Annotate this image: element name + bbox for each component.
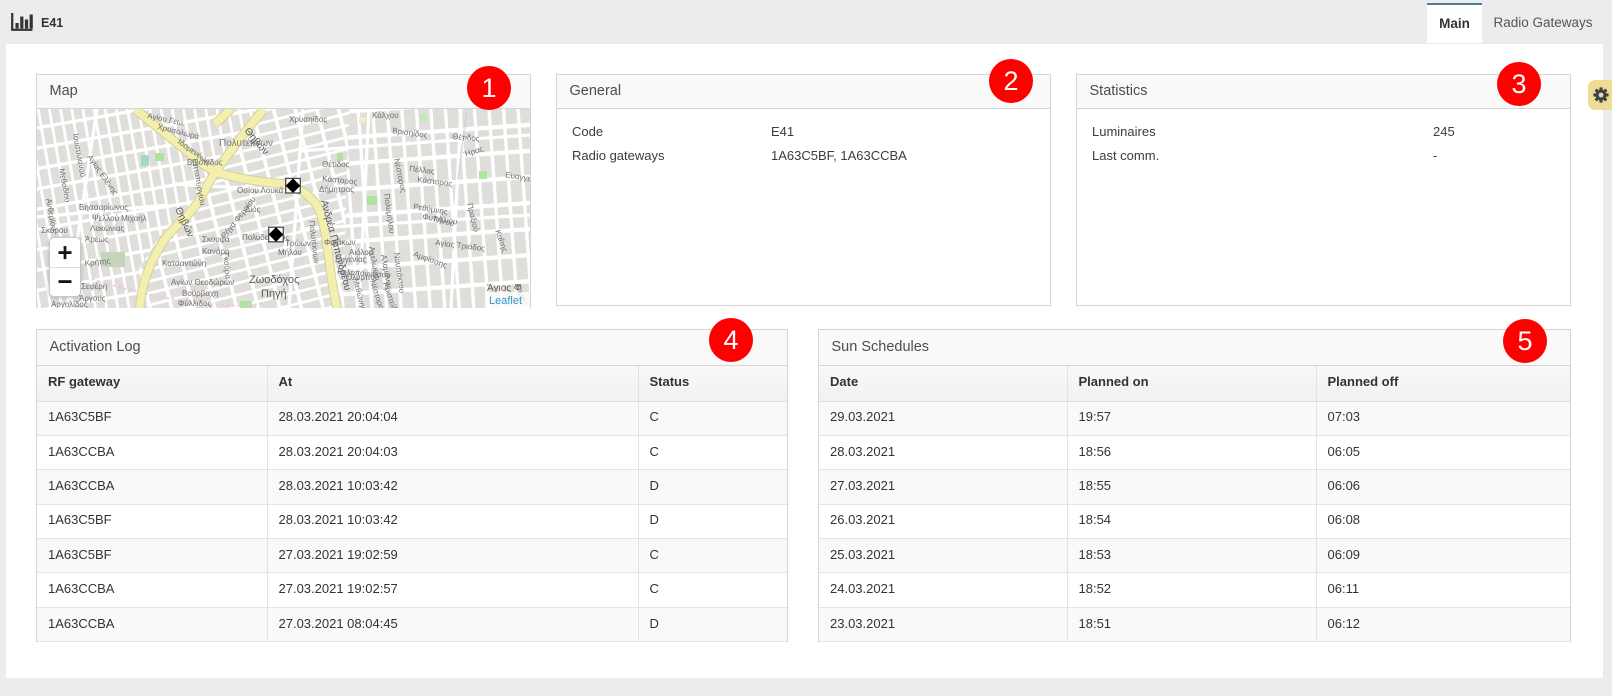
svg-text:Leaflet: Leaflet	[489, 295, 522, 307]
svg-text:Δήμητρας: Δήμητρας	[319, 185, 354, 194]
svg-text:Άρεως: Άρεως	[85, 235, 109, 244]
svg-text:Κατσαντώνη: Κατσαντώνη	[162, 259, 206, 268]
svg-text:Χρυσηίδος: Χρυσηίδος	[289, 115, 327, 124]
svg-text:Βούρβαχη: Βούρβαχη	[182, 289, 219, 298]
svg-text:Ζωοδόχος: Ζωοδόχος	[249, 274, 299, 286]
svg-text:Θέτιδος: Θέτιδος	[322, 160, 350, 169]
svg-text:Αργολίδος: Αργολίδος	[51, 300, 88, 308]
svg-text:Φύλλιδος: Φύλλιδος	[178, 299, 211, 308]
svg-text:Μήλου: Μήλου	[278, 248, 302, 257]
svg-text:Οσίου Λουκά: Οσίου Λουκά	[237, 186, 284, 195]
svg-text:Κάλχου: Κάλχου	[372, 111, 399, 120]
svg-text:Ψελλού Μιχαήλ: Ψελλού Μιχαήλ	[92, 214, 147, 223]
svg-text:Βησσαρίωνος: Βησσαρίωνος	[79, 203, 128, 212]
svg-text:Πηγή: Πηγή	[261, 288, 287, 300]
svg-text:Αγίων Θεοδώρων: Αγίων Θεοδώρων	[171, 278, 234, 287]
svg-text:Λακωνίας: Λακωνίας	[90, 224, 125, 233]
svg-text:Τρώων: Τρώων	[285, 239, 311, 248]
